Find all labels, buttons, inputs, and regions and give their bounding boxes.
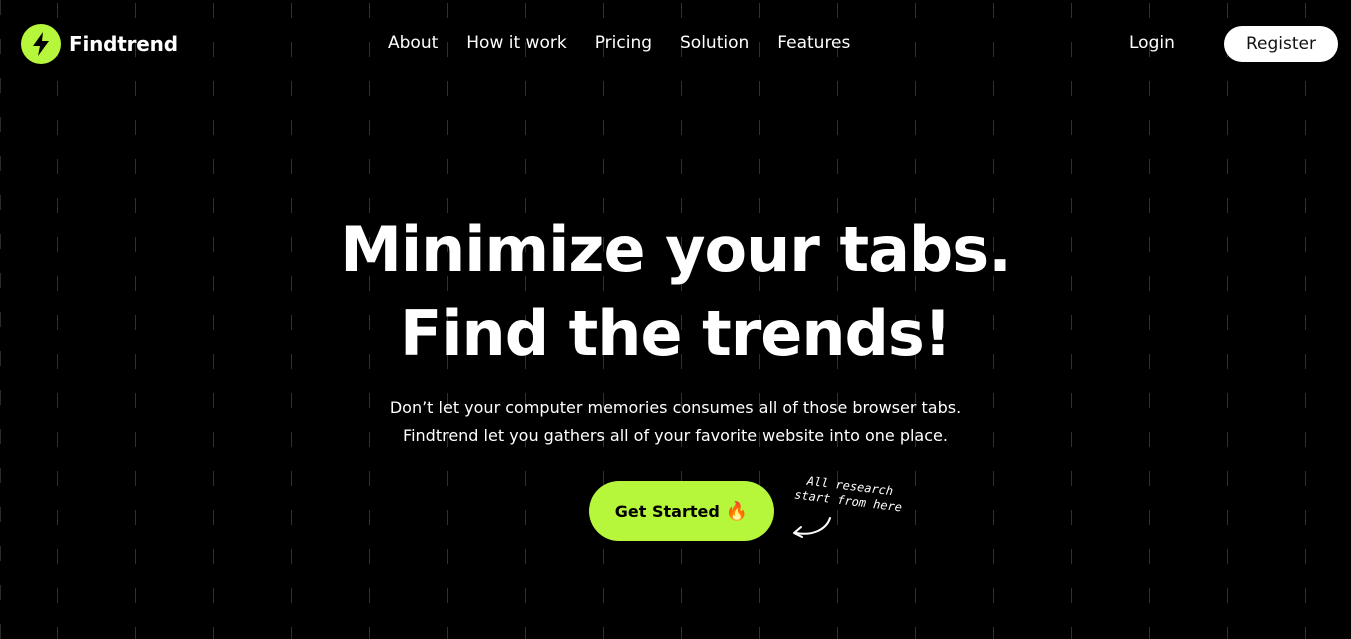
hero-headline-line-2: Find the trends! [399,297,952,370]
hero-headline: Minimize your tabs. Find the trends! [0,208,1351,376]
lightning-bolt-icon [21,24,61,64]
brand-logo[interactable]: Findtrend [21,24,178,64]
curved-arrow-icon [793,517,831,538]
nav-link-how-it-work[interactable]: How it work [466,33,566,53]
hero-headline-line-1: Minimize your tabs. [340,213,1012,286]
nav-link-pricing[interactable]: Pricing [595,33,652,53]
landing-page: Findtrend About How it work Pricing Solu… [0,0,1351,639]
hero-subtitle-line-1: Don’t let your computer memories consume… [389,398,962,417]
nav-link-about[interactable]: About [388,33,438,53]
main-nav: About How it work Pricing Solution Featu… [388,33,850,53]
register-button[interactable]: Register [1224,26,1338,62]
login-link[interactable]: Login [1129,33,1175,53]
nav-link-solution[interactable]: Solution [680,33,749,53]
hero-subtitle: Don’t let your computer memories consume… [0,394,1351,450]
hero-subtitle-line-2: Findtrend let you gathers all of your fa… [403,426,948,445]
nav-link-features[interactable]: Features [777,33,850,53]
top-navbar: Findtrend About How it work Pricing Solu… [0,0,1351,88]
brand-name: Findtrend [69,32,178,56]
get-started-button[interactable]: Get Started 🔥 [589,481,774,541]
fire-icon: 🔥 [725,500,749,522]
get-started-label: Get Started [614,501,720,521]
handwritten-note: All research start from here [793,472,906,515]
